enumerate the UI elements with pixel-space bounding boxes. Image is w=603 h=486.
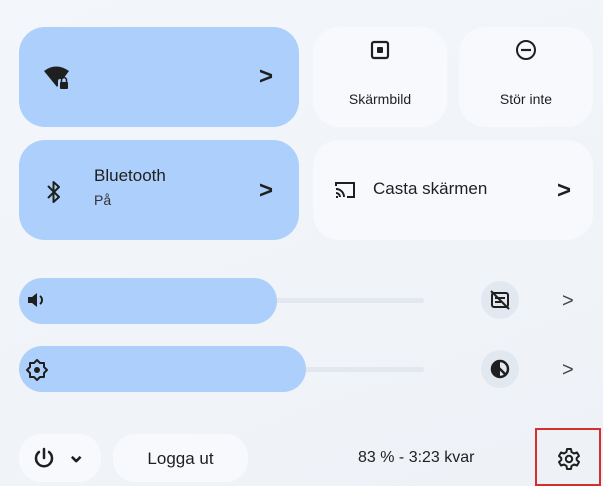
settings-button[interactable] <box>535 428 601 486</box>
screenshot-label: Skärmbild <box>348 91 412 107</box>
night-light-icon[interactable] <box>481 350 519 388</box>
screenshot-icon <box>370 40 390 60</box>
bluetooth-chevron-icon[interactable]: > <box>259 177 273 205</box>
cast-icon <box>333 180 357 200</box>
bluetooth-tile[interactable]: Bluetooth På > <box>19 140 299 240</box>
do-not-disturb-tile[interactable]: Stör inte <box>459 27 593 127</box>
bluetooth-title: Bluetooth <box>94 166 166 185</box>
do-not-disturb-icon <box>515 39 537 61</box>
volume-slider-fill[interactable] <box>19 278 277 324</box>
wifi-locked-icon <box>43 65 71 91</box>
wifi-tile[interactable]: > <box>19 27 299 127</box>
bluetooth-status: På <box>94 192 112 208</box>
chevron-down-icon: ⌄ <box>67 442 86 467</box>
screenshot-tile[interactable]: Skärmbild <box>313 27 447 127</box>
brightness-icon <box>26 359 48 381</box>
power-menu-button[interactable]: ⌄ <box>19 434 101 482</box>
cast-tile[interactable]: Casta skärmen > <box>313 140 593 240</box>
volume-chevron-icon[interactable]: > <box>562 290 574 313</box>
logout-label: Logga ut <box>147 449 214 468</box>
cast-label: Casta skärmen <box>373 179 488 198</box>
logout-button[interactable]: Logga ut <box>113 434 248 482</box>
cast-chevron-icon[interactable]: > <box>557 177 571 205</box>
brightness-chevron-icon[interactable]: > <box>562 359 574 382</box>
do-not-disturb-label: Stör inte <box>499 91 553 107</box>
wifi-chevron-icon[interactable]: > <box>259 63 273 91</box>
caption-settings-icon[interactable] <box>481 281 519 319</box>
bluetooth-icon <box>45 180 63 204</box>
power-icon <box>33 447 55 471</box>
volume-icon <box>26 290 48 310</box>
brightness-slider-fill[interactable] <box>19 346 306 392</box>
battery-status: 83 % - 3:23 kvar <box>358 449 475 466</box>
gear-icon <box>557 447 581 471</box>
